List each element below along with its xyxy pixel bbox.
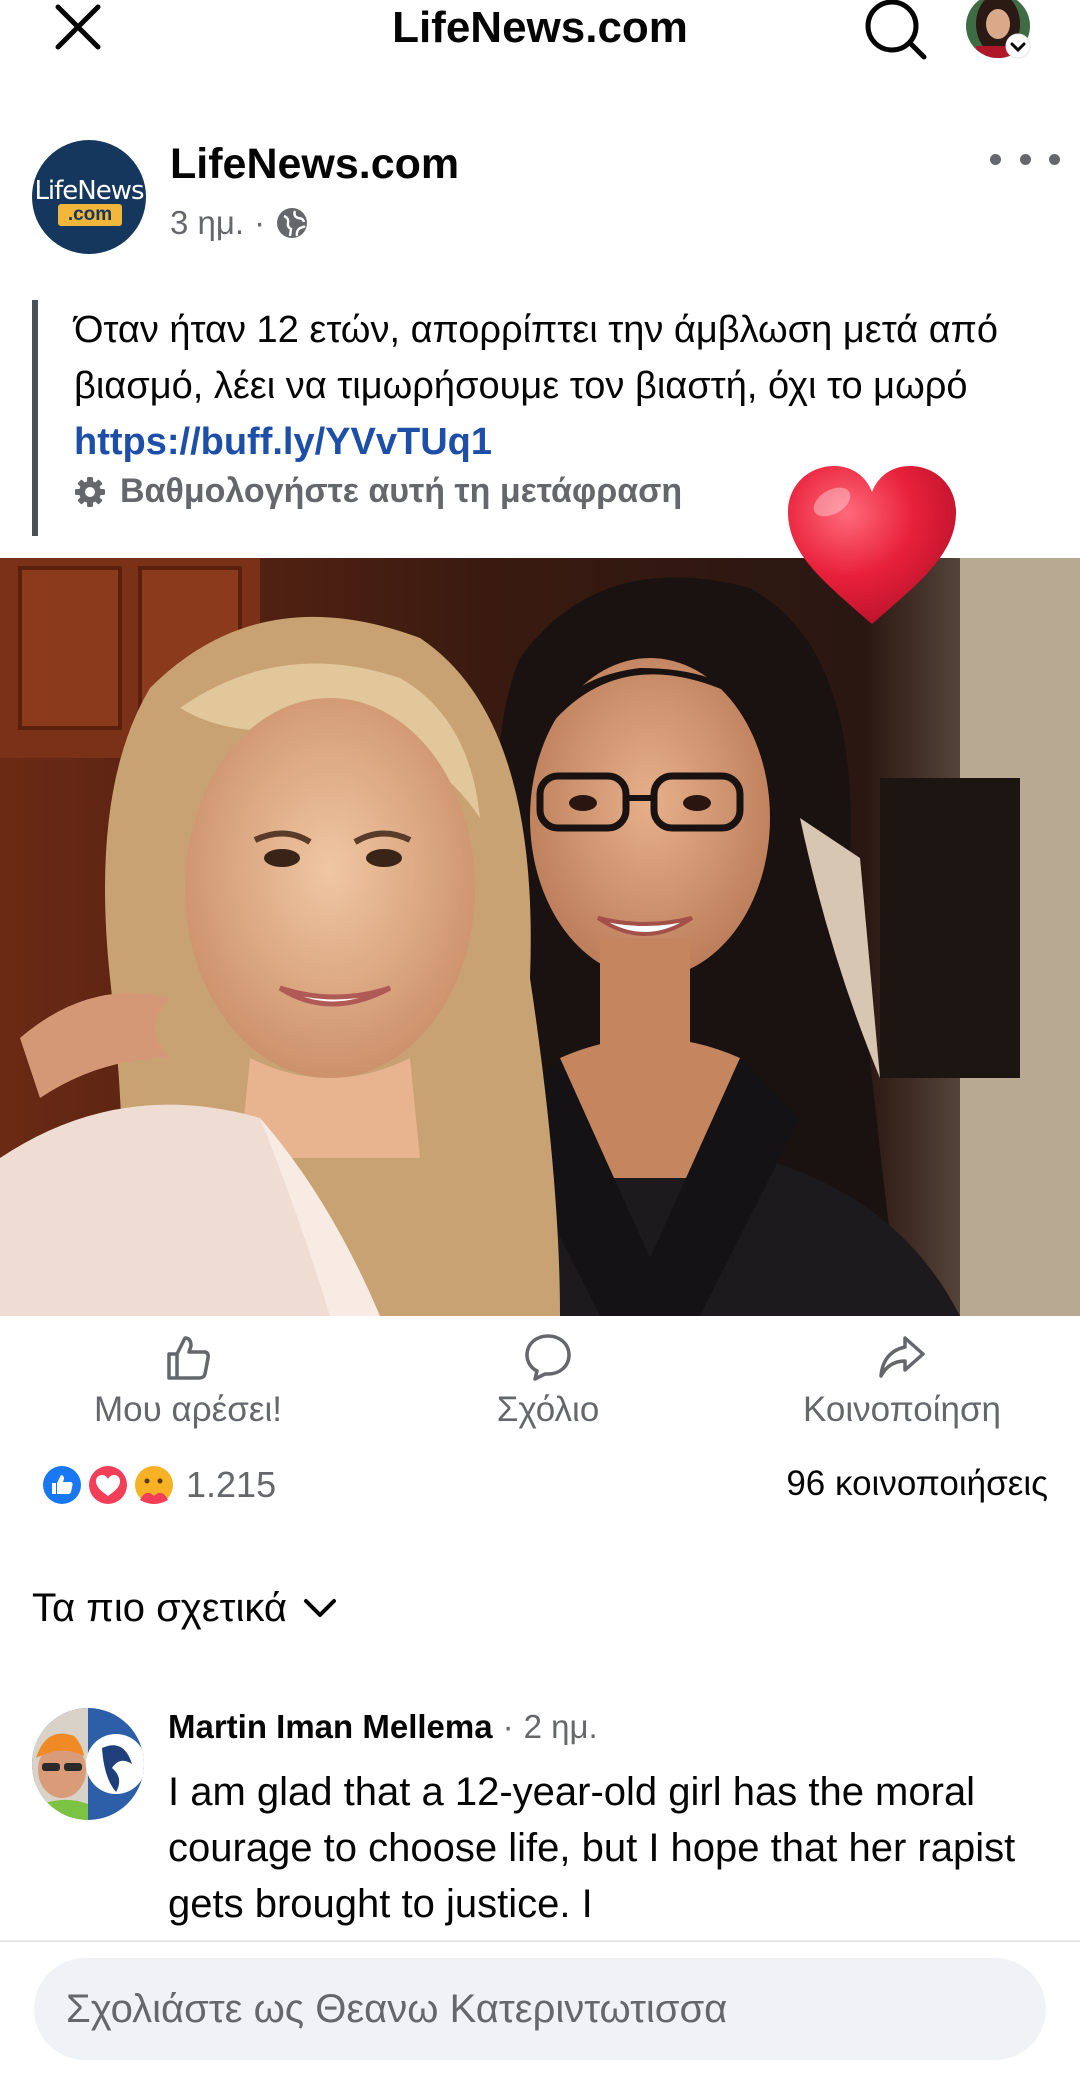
page-avatar[interactable]: LifeNews .com xyxy=(32,140,146,254)
post-body: Όταν ήταν 12 ετών, απορρίπτει την άμβλωσ… xyxy=(74,309,999,407)
globe-icon xyxy=(277,208,308,238)
gear-icon xyxy=(75,476,105,507)
post-header: LifeNews .com LifeNews.com 3 ημ. · xyxy=(0,130,1080,260)
comment-header: Martin Iman Mellema · 2 ημ. xyxy=(168,1708,598,1746)
share-count[interactable]: 96 κοινοποιήσεις xyxy=(786,1464,1048,1504)
comment-separator: · xyxy=(502,1708,514,1745)
post-time[interactable]: 3 ημ. xyxy=(170,204,244,242)
translate-label: Βαθμολογήστε αυτή τη μετάφραση xyxy=(120,472,683,510)
page-name-link[interactable]: LifeNews.com xyxy=(170,140,459,189)
comment-input[interactable]: Σχολιάστε ως Θεανω Κατεριντωτισσα xyxy=(34,1958,1046,2060)
comment-composer: Σχολιάστε ως Θεανω Κατεριντωτισσα xyxy=(0,1940,1080,2090)
share-icon xyxy=(879,1336,925,1378)
chevron-down-icon xyxy=(303,1599,336,1617)
more-options-button[interactable] xyxy=(990,144,1060,174)
share-button[interactable]: Κοινοποίηση xyxy=(752,1330,1052,1440)
like-reaction-icon xyxy=(41,1464,83,1506)
top-bar: LifeNews.com xyxy=(0,0,1080,60)
care-reaction-icon xyxy=(133,1464,175,1506)
post-meta: 3 ημ. · xyxy=(170,204,309,242)
comment-sort-dropdown[interactable]: Τα πιο σχετικά xyxy=(32,1578,337,1638)
quote-bar xyxy=(32,300,38,536)
thumbs-up-icon xyxy=(167,1336,210,1380)
action-bar: Μου αρέσει! Σχόλιο Κοινοποίηση xyxy=(0,1330,1080,1440)
more-dot-icon xyxy=(1049,153,1060,165)
heart-icon xyxy=(788,466,956,624)
comment-text: I am glad that a 12-year-old girl has th… xyxy=(168,1770,1016,1926)
meta-separator: · xyxy=(254,204,266,241)
comment-item: Martin Iman Mellema · 2 ημ. I am glad th… xyxy=(0,1700,1080,1940)
post-link[interactable]: https://buff.ly/YVvTUq1 xyxy=(74,421,492,463)
reactions-row: 1.215 96 κοινοποιήσεις xyxy=(36,1456,1048,1516)
profile-avatar-button[interactable] xyxy=(966,0,1034,60)
logo-text: LifeNews xyxy=(34,176,144,206)
post-photo[interactable] xyxy=(0,558,1080,1316)
love-reaction-icon xyxy=(87,1464,129,1506)
share-label: Κοινοποίηση xyxy=(802,1390,1002,1429)
avatar xyxy=(966,0,1031,59)
comment-icon xyxy=(525,1334,571,1381)
sort-label: Τα πιο σχετικά xyxy=(32,1585,287,1630)
like-button[interactable]: Μου αρέσει! xyxy=(38,1330,338,1440)
logo-text-suffix: .com xyxy=(58,204,122,226)
commenter-avatar[interactable] xyxy=(32,1708,144,1820)
post-text: Όταν ήταν 12 ετών, απορρίπτει την άμβλωσ… xyxy=(74,302,1034,470)
avatar xyxy=(32,1708,144,1820)
more-dot-icon xyxy=(990,153,1001,165)
like-label: Μου αρέσει! xyxy=(94,1390,282,1429)
photo-two-women xyxy=(0,558,1080,1316)
comment-button[interactable]: Σχόλιο xyxy=(398,1330,698,1440)
reaction-count[interactable]: 1.215 xyxy=(186,1464,276,1506)
comment-label: Σχόλιο xyxy=(496,1390,600,1429)
search-button[interactable] xyxy=(862,0,930,60)
reaction-summary[interactable] xyxy=(36,1460,176,1510)
heart-sticker xyxy=(784,462,960,632)
comment-author[interactable]: Martin Iman Mellema xyxy=(168,1708,493,1746)
more-dot-icon xyxy=(1019,153,1031,165)
search-icon xyxy=(865,0,927,60)
rate-translation-button[interactable]: Βαθμολογήστε αυτή τη μετάφραση xyxy=(74,472,682,511)
comment-time[interactable]: 2 ημ. xyxy=(524,1708,598,1746)
